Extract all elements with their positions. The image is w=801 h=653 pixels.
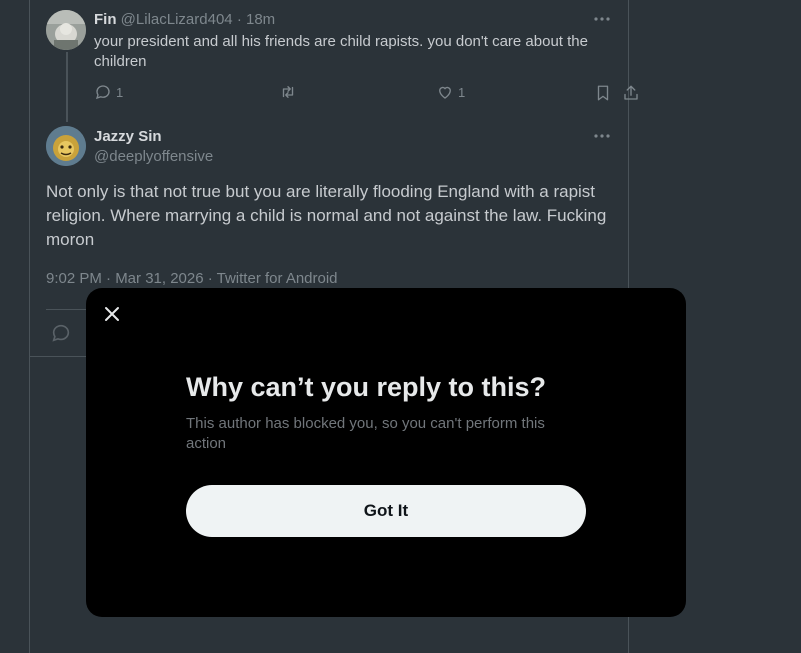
dialog-title: Why can’t you reply to this? (186, 372, 547, 402)
got-it-button[interactable]: Got It (186, 485, 586, 537)
close-icon (105, 307, 119, 321)
dialog-message: This author has blocked you, so you can'… (186, 415, 545, 452)
close-button[interactable] (98, 300, 126, 328)
blocked-reply-dialog: Why can’t you reply to this? This author… (86, 288, 686, 617)
